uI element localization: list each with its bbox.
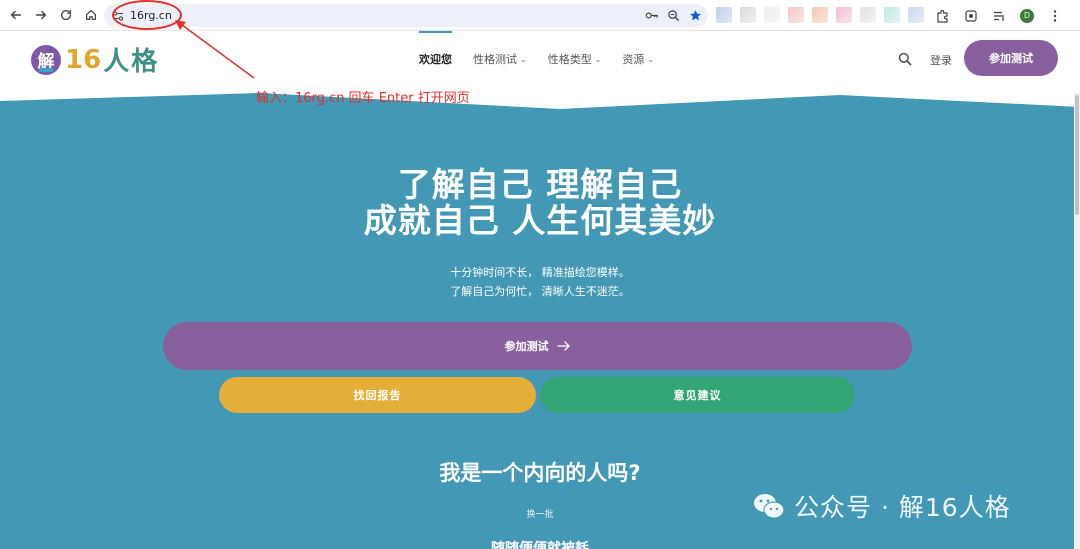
next-question-text: 随随便便就被耗 [491, 541, 589, 549]
scrollbar-thumb[interactable] [1075, 95, 1079, 215]
chevron-down-icon: ⌄ [647, 54, 655, 64]
menu-kebab-icon[interactable] [1048, 9, 1062, 23]
main-nav: 欢迎您 性格测试 ⌄ 性格类型 ⌄ 资源 ⌄ [419, 51, 654, 67]
site-header: 解 16 人格 欢迎您 性格测试 ⌄ 性格类型 ⌄ 资源 ⌄ 登录 参加测试 [0, 31, 1080, 93]
screen-capture-icon[interactable] [964, 9, 978, 23]
reload-icon[interactable] [54, 3, 78, 27]
profile-avatar-icon[interactable]: D [1020, 8, 1034, 23]
nav-label: 性格类型 [547, 53, 592, 66]
login-link[interactable]: 登录 [930, 52, 952, 68]
wechat-watermark: 公众号 · 解16人格 [752, 488, 1011, 524]
forward-icon[interactable] [29, 3, 53, 27]
site-logo[interactable]: 解 16 人格 [31, 41, 159, 78]
hero-subtitle-line1: 十分钟时间不长， 精准描绘您模样。 [450, 266, 630, 279]
header-join-test-button[interactable]: 参加测试 [964, 40, 1058, 76]
recover-report-button[interactable]: 找回报告 [219, 377, 536, 413]
logo-char: 解 [37, 52, 55, 72]
watermark-text: 公众号 · 解16人格 [794, 493, 1011, 522]
question-title: 我是一个内向的人吗? [439, 461, 641, 485]
extension-icon[interactable] [740, 7, 756, 23]
extension-icon[interactable] [716, 7, 732, 23]
extensions-puzzle-icon[interactable] [936, 9, 950, 23]
back-icon[interactable] [4, 3, 28, 27]
feedback-button[interactable]: 意见建议 [540, 377, 855, 413]
hero-wave-divider [0, 85, 1080, 109]
nav-item-types[interactable]: 性格类型 ⌄ [548, 51, 602, 67]
logo-text: 人格 [103, 47, 160, 77]
join-test-label: 参加测试 [504, 340, 549, 353]
address-bar[interactable]: 16rg.cn [104, 4, 708, 27]
extensions-strip [716, 7, 924, 23]
nav-item-resources[interactable]: 资源 ⌄ [622, 51, 654, 67]
wechat-icon [754, 494, 785, 519]
extension-icon[interactable] [860, 7, 876, 23]
hero-headline-line2: 成就自己 人生何其美妙 [363, 201, 717, 240]
chevron-down-icon: ⌄ [594, 54, 602, 64]
extension-icon[interactable] [908, 7, 924, 23]
logo-badge-icon: 解 [31, 44, 61, 75]
nav-label: 性格测试 [473, 53, 517, 66]
extension-icon[interactable] [884, 7, 900, 23]
hero-subtitle-line2: 了解自己为何忙， 清晰人生不迷茫。 [450, 285, 630, 298]
bookmark-star-icon[interactable] [689, 9, 702, 22]
extension-icon[interactable] [764, 7, 780, 23]
home-icon[interactable] [79, 3, 103, 27]
join-test-button[interactable]: 参加测试 [163, 322, 912, 370]
nav-item-tests[interactable]: 性格测试 ⌄ [473, 51, 527, 67]
nav-label: 欢迎您 [419, 53, 452, 66]
extension-icon[interactable] [812, 7, 828, 23]
annotation-circle [112, 0, 182, 30]
nav-label: 资源 [622, 53, 645, 66]
arrow-right-icon [556, 341, 570, 351]
nav-item-welcome[interactable]: 欢迎您 [419, 51, 452, 67]
nav-active-indicator [419, 31, 452, 33]
extension-icon[interactable] [836, 7, 852, 23]
zoom-icon[interactable] [667, 9, 680, 22]
logo-number: 16 [65, 44, 102, 75]
reading-list-icon[interactable] [992, 9, 1006, 23]
password-key-icon[interactable] [645, 9, 658, 22]
extension-icon[interactable] [788, 7, 804, 23]
search-icon[interactable] [898, 52, 912, 66]
annotation-instruction: 输入：16rg.cn 回车 Enter 打开网页 [256, 91, 470, 106]
chevron-down-icon: ⌄ [520, 54, 527, 64]
